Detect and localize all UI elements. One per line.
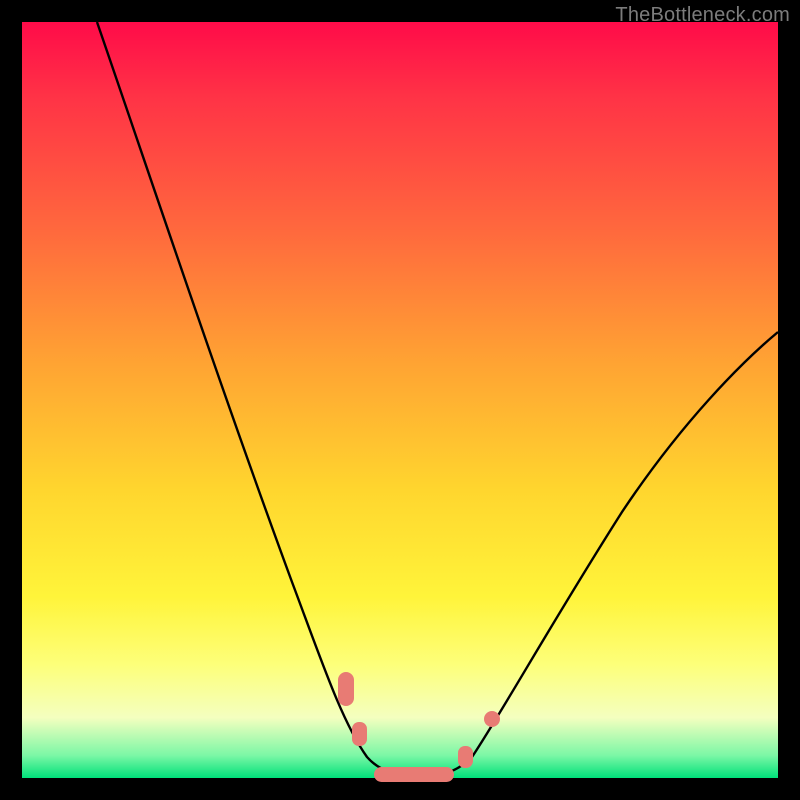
curve-markers [338, 672, 500, 782]
marker-pill [458, 746, 473, 768]
marker-pill [338, 672, 354, 706]
watermark-text: TheBottleneck.com [615, 4, 790, 27]
chart-frame: TheBottleneck.com [0, 0, 800, 800]
bottleneck-curve [97, 22, 778, 776]
marker-bar [374, 767, 454, 782]
marker-pill [352, 722, 367, 746]
chart-plot-area [22, 22, 778, 778]
marker-dot [484, 711, 500, 727]
chart-svg [22, 22, 778, 778]
